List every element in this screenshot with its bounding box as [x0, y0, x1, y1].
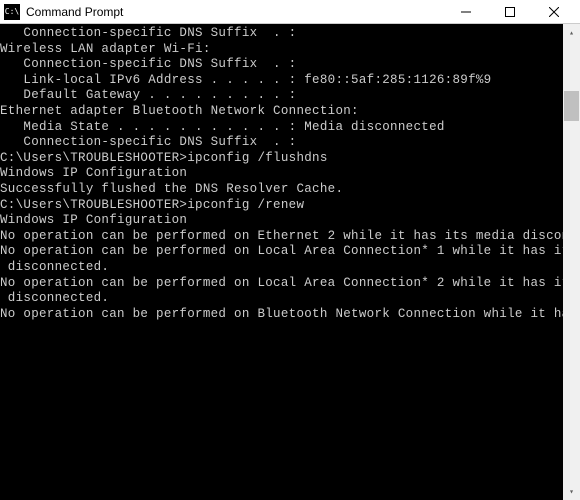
scrollbar[interactable]: ▴ ▾	[563, 24, 580, 500]
window-controls	[444, 0, 576, 24]
terminal-line: Connection-specific DNS Suffix . :	[0, 135, 563, 151]
app-icon: C:\	[4, 4, 20, 20]
titlebar: C:\ Command Prompt	[0, 0, 580, 24]
scroll-up-button[interactable]: ▴	[563, 24, 580, 41]
close-button[interactable]	[532, 0, 576, 24]
terminal-output[interactable]: Connection-specific DNS Suffix . :Wirele…	[0, 24, 563, 500]
minimize-icon	[461, 7, 471, 17]
window-title: Command Prompt	[26, 5, 444, 19]
terminal-line: disconnected.	[0, 291, 563, 307]
terminal-area: Connection-specific DNS Suffix . :Wirele…	[0, 24, 580, 500]
terminal-line: Connection-specific DNS Suffix . :	[0, 26, 563, 42]
close-icon	[549, 7, 559, 17]
scroll-track[interactable]	[563, 41, 580, 483]
terminal-line: No operation can be performed on Bluetoo…	[0, 307, 563, 323]
terminal-line: Ethernet adapter Bluetooth Network Conne…	[0, 104, 563, 120]
chevron-up-icon: ▴	[569, 28, 574, 37]
terminal-line: No operation can be performed on Local A…	[0, 244, 563, 260]
terminal-line: C:\Users\TROUBLESHOOTER>ipconfig /renew	[0, 198, 563, 214]
maximize-button[interactable]	[488, 0, 532, 24]
minimize-button[interactable]	[444, 0, 488, 24]
scroll-down-button[interactable]: ▾	[563, 483, 580, 500]
terminal-line: Default Gateway . . . . . . . . . :	[0, 88, 563, 104]
terminal-line: Link-local IPv6 Address . . . . . : fe80…	[0, 73, 563, 89]
scroll-thumb[interactable]	[564, 91, 579, 121]
chevron-down-icon: ▾	[569, 487, 574, 496]
terminal-line: Connection-specific DNS Suffix . :	[0, 57, 563, 73]
terminal-line: Windows IP Configuration	[0, 166, 563, 182]
maximize-icon	[505, 7, 515, 17]
terminal-line: Media State . . . . . . . . . . . : Medi…	[0, 120, 563, 136]
terminal-line: No operation can be performed on Etherne…	[0, 229, 563, 245]
terminal-line: No operation can be performed on Local A…	[0, 276, 563, 292]
terminal-line: C:\Users\TROUBLESHOOTER>ipconfig /flushd…	[0, 151, 563, 167]
terminal-line: Wireless LAN adapter Wi-Fi:	[0, 42, 563, 58]
terminal-line: Windows IP Configuration	[0, 213, 563, 229]
terminal-line: Successfully flushed the DNS Resolver Ca…	[0, 182, 563, 198]
terminal-line: disconnected.	[0, 260, 563, 276]
